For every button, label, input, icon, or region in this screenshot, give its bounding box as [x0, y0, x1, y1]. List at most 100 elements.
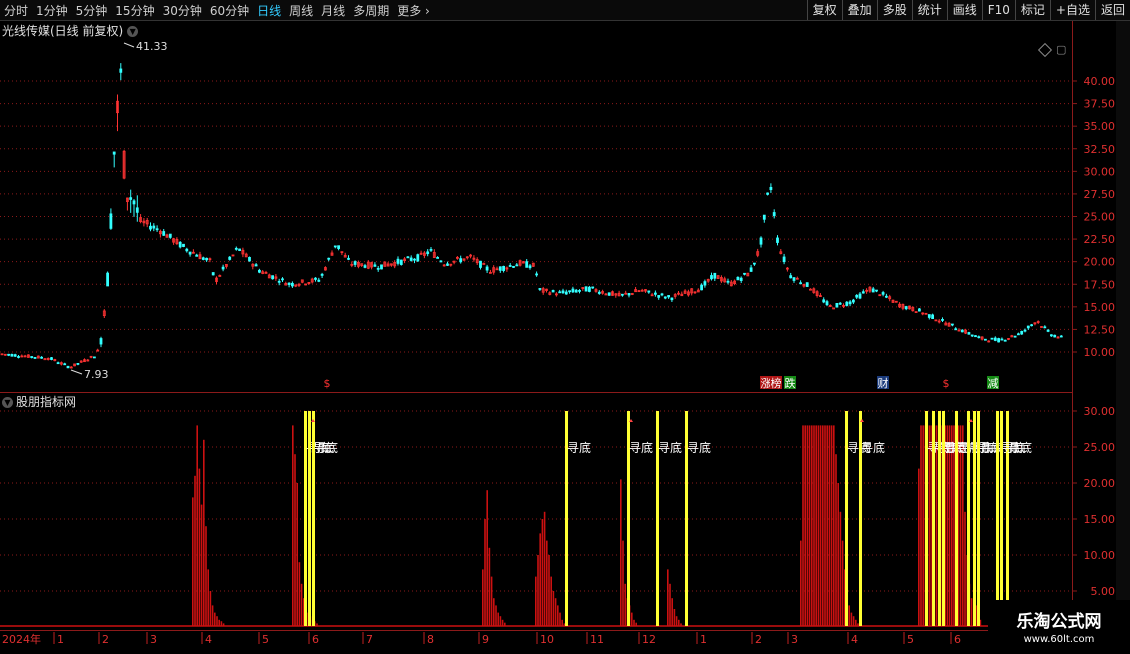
candle-body	[551, 289, 555, 293]
indicator-bar	[620, 479, 622, 626]
indicator-bar	[316, 623, 318, 626]
candle-body	[363, 265, 367, 268]
side-info-strip	[1116, 21, 1130, 630]
year-label: 2024年	[2, 632, 41, 646]
indicator-bar	[819, 425, 822, 626]
indicator-bar	[920, 425, 922, 626]
candle-body	[50, 357, 53, 360]
indicator-bar	[486, 490, 488, 626]
indicator-bar	[841, 540, 844, 626]
mark-button[interactable]: 标记	[1014, 0, 1050, 20]
indicator-bar	[962, 425, 964, 626]
signal-label: 寻底	[629, 440, 653, 455]
indicator-bar	[543, 511, 546, 626]
tab-15min[interactable]: 15分钟	[115, 2, 154, 19]
overlay-button[interactable]: 叠加	[841, 0, 877, 20]
candle-body	[561, 290, 565, 294]
price-chart-panel[interactable]: 光线传媒(日线 前复权) ▼ ▢ 41.33 7.93 $ 涨榜跌财 $ 减	[0, 21, 1072, 393]
indicator-bar	[802, 425, 804, 626]
tab-60min[interactable]: 60分钟	[210, 2, 249, 19]
statistics-button[interactable]: 统计	[911, 0, 947, 20]
candle-body	[607, 292, 611, 296]
indicator-bar	[808, 425, 811, 626]
candle-body	[149, 225, 152, 230]
indicator-tick-label: 5.00	[1091, 585, 1116, 598]
indicator-bar	[833, 425, 835, 626]
indicator-bar	[830, 425, 833, 626]
draw-line-button[interactable]: 画线	[946, 0, 982, 20]
tab-5min[interactable]: 5分钟	[76, 2, 108, 19]
event-marker: 榜	[771, 376, 782, 390]
tab-multi-period[interactable]: 多周期	[353, 2, 389, 19]
tab-daily[interactable]: 日线	[257, 2, 281, 19]
candle-body	[984, 338, 987, 341]
indicator-chart[interactable]: 寻底寻底寻底寻底寻底寻底寻底寻底寻底寻底寻底寻底寻底寻底寻底寻底寻底寻底寻底寻底	[0, 392, 1072, 630]
candle-body	[861, 291, 865, 294]
candle-body	[135, 207, 139, 213]
candle-body	[396, 258, 400, 264]
candle-body	[99, 338, 103, 345]
candle-body	[571, 288, 575, 293]
tab-weekly[interactable]: 周线	[289, 2, 313, 19]
candle-body	[528, 265, 532, 269]
indicator-tick-label: 30.00	[1084, 405, 1116, 418]
indicator-bar	[835, 454, 837, 626]
month-label: 11	[590, 633, 604, 646]
price-tick-label: 20.00	[1084, 256, 1116, 269]
indicator-bar	[493, 598, 495, 626]
tab-30min[interactable]: 30分钟	[163, 2, 202, 19]
indicator-bar	[497, 612, 499, 626]
candle-body	[951, 323, 954, 326]
candle-body	[753, 262, 756, 265]
candle-body	[317, 279, 321, 282]
dropdown-icon[interactable]: ▼	[2, 397, 13, 408]
candle-body	[960, 329, 964, 333]
candle-body	[221, 266, 225, 270]
indicator-bar	[857, 623, 859, 626]
month-label: 12	[642, 633, 656, 646]
month-label: 2	[755, 633, 762, 646]
candle-body	[525, 261, 529, 268]
tab-1min[interactable]: 1分钟	[36, 2, 68, 19]
candle-body	[578, 290, 581, 292]
candle-body	[347, 257, 350, 260]
add-watchlist-button[interactable]: +自选	[1049, 0, 1095, 20]
signal-label: 寻底	[658, 440, 682, 455]
f10-button[interactable]: F10	[981, 0, 1015, 20]
candlestick-chart[interactable]: 41.337.93$ 涨榜跌财 $ 减	[0, 21, 1072, 392]
candle-body	[168, 233, 172, 238]
candle-body	[789, 275, 793, 279]
indicator-bar	[848, 605, 850, 626]
candle-body	[881, 292, 885, 295]
candle-body	[30, 356, 34, 358]
indicator-bar	[633, 619, 635, 626]
candle-body	[736, 276, 740, 281]
tab-monthly[interactable]: 月线	[321, 2, 345, 19]
candle-body	[314, 277, 317, 280]
candle-body	[376, 267, 380, 270]
indicator-panel[interactable]: ▼股朋指标网 寻底寻底寻底寻底寻底寻底寻底寻底寻底寻底寻底寻底寻底寻底寻底寻底寻…	[0, 392, 1072, 631]
restore-rights-button[interactable]: 复权	[806, 0, 842, 20]
candle-body	[512, 265, 515, 268]
candle-body	[446, 263, 449, 266]
candle-body	[211, 272, 215, 276]
back-button[interactable]: 返回	[1094, 0, 1130, 20]
indicator-bar	[624, 583, 626, 626]
tab-fenshi[interactable]: 分时	[4, 2, 28, 19]
indicator-bar	[209, 591, 212, 626]
candle-body	[769, 186, 773, 191]
candle-body	[1053, 334, 1057, 338]
expand-icon[interactable]: ▢	[1056, 43, 1066, 56]
candle-body	[1026, 325, 1030, 329]
indicator-bar	[298, 562, 301, 626]
multi-stock-button[interactable]: 多股	[876, 0, 912, 20]
indicator-tick-label: 25.00	[1084, 441, 1116, 454]
candle-body	[416, 254, 420, 262]
indicator-bar	[804, 425, 806, 626]
indicator-bar	[811, 425, 813, 626]
tab-more[interactable]: 更多 ›	[397, 2, 430, 19]
candle-body	[838, 302, 842, 305]
indicator-bar	[953, 425, 955, 626]
dropdown-icon[interactable]: ▼	[127, 26, 139, 37]
candle-body	[977, 336, 981, 339]
